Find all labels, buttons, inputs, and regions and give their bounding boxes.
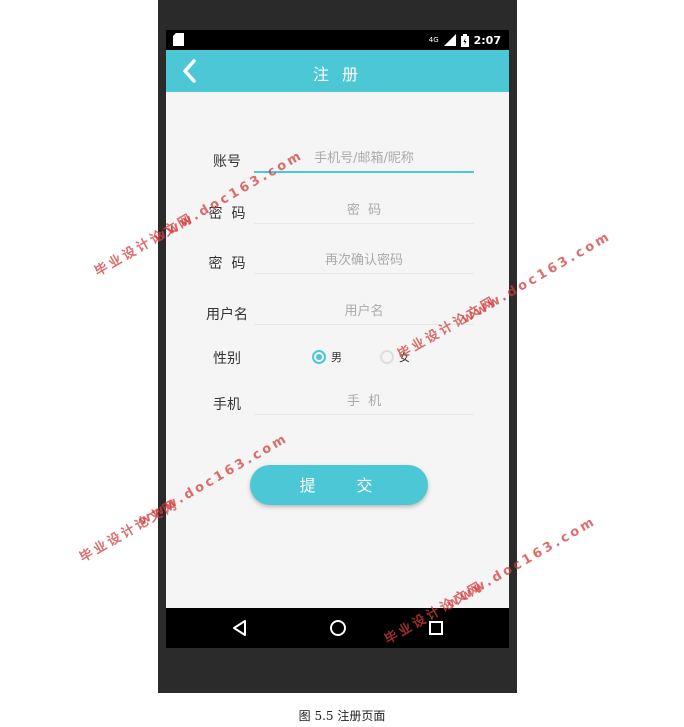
phone-label: 手机 — [213, 397, 241, 413]
figure-caption: 图 5.5 注册页面 — [298, 709, 386, 723]
confirm-password-input[interactable] — [254, 247, 474, 274]
app-bar: 注 册 — [166, 50, 509, 92]
status-time: 2:07 — [473, 33, 501, 47]
confirm-password-row: 密 码 — [166, 247, 509, 277]
phone-row: 手机 — [166, 388, 509, 418]
screen: 4G 2:07 注 册 账号 密 码 — [166, 30, 509, 648]
phone-top-bezel — [158, 0, 517, 30]
username-label: 用户名 — [206, 307, 248, 323]
battery-icon — [460, 33, 469, 47]
password-input[interactable] — [254, 197, 474, 224]
network-type-label: 4G — [428, 36, 439, 44]
account-row: 账号 — [166, 145, 509, 175]
status-bar: 4G 2:07 — [166, 30, 509, 50]
radio-checked-icon — [312, 350, 326, 364]
status-right: 4G 2:07 — [429, 32, 501, 48]
nav-home-icon[interactable] — [328, 618, 348, 638]
gender-row: 性别 男 女 — [166, 342, 509, 372]
sd-card-icon — [173, 33, 184, 46]
page-title: 注 册 — [312, 65, 363, 84]
nav-back-icon[interactable] — [230, 618, 250, 638]
nav-bar — [166, 608, 509, 648]
account-label: 账号 — [213, 154, 241, 170]
gender-male-label: 男 — [331, 351, 342, 364]
submit-button[interactable]: 提 交 — [250, 465, 428, 505]
radio-unchecked-icon — [380, 350, 394, 364]
gender-label: 性别 — [213, 351, 241, 367]
phone-input[interactable] — [254, 388, 474, 415]
confirm-password-label: 密 码 — [208, 256, 246, 272]
signal-icon — [443, 34, 456, 46]
gender-male-radio[interactable]: 男 — [312, 349, 342, 365]
